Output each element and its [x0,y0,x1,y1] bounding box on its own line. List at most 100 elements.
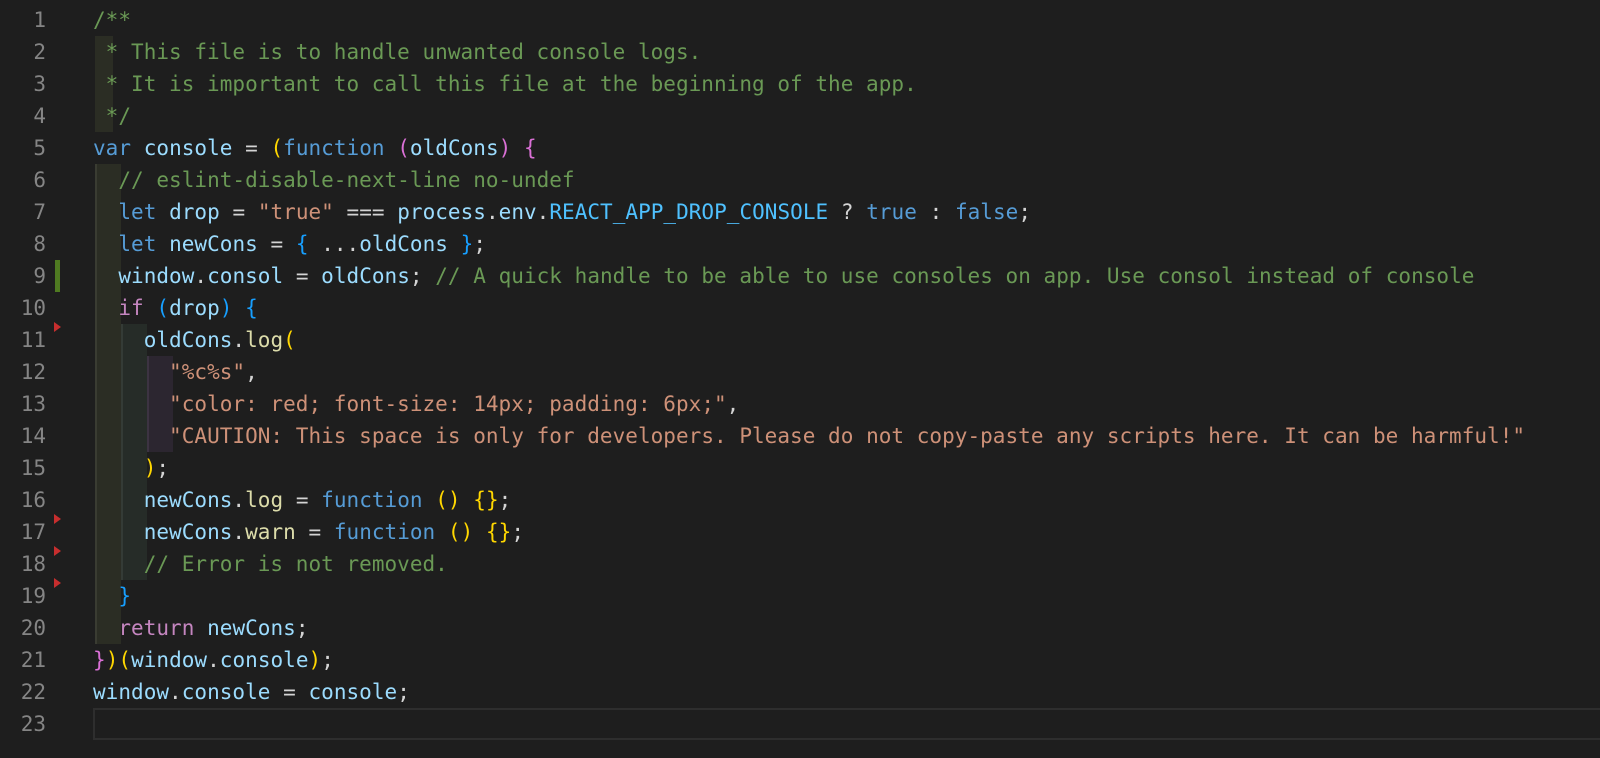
code-token: window [131,648,208,672]
modified-line-indicator [55,260,60,292]
code-text[interactable]: "color: red; font-size: 14px; padding: 6… [93,388,739,420]
code-text[interactable]: oldCons.log( [93,324,296,356]
code-line[interactable]: 22 window.console = console; [0,676,1600,708]
code-line[interactable]: 6 // eslint-disable-next-line no-undef [0,164,1600,196]
line-number: 9 [33,264,46,288]
code-line[interactable]: 21})(window.console); [0,644,1600,676]
line-number: 11 [20,328,46,352]
code-text[interactable]: * This file is to handle unwanted consol… [93,36,702,68]
code-text[interactable]: })(window.console); [93,644,334,676]
code-line[interactable]: 2 * This file is to handle unwanted cons… [0,36,1600,68]
code-line[interactable]: 3 * It is important to call this file at… [0,68,1600,100]
code-token: { [295,232,309,256]
code-text[interactable]: let drop = "true" === process.env.REACT_… [93,196,1031,228]
code-text[interactable]: if (drop) { [93,292,258,324]
code-token: : [916,200,955,224]
code-line[interactable]: 9 window.consol = oldCons; // A quick ha… [0,260,1600,292]
code-text[interactable]: // Error is not removed. [93,548,448,580]
code-text[interactable]: window.console = console; [93,676,410,708]
code-line[interactable]: 1 /** [0,4,1600,36]
gutter-marker-icon[interactable] [54,322,61,332]
code-line[interactable]: 23 [0,708,1600,740]
code-token: ) [219,296,233,320]
code-token: function [321,488,423,512]
code-token: . [194,264,208,288]
code-text[interactable]: // eslint-disable-next-line no-undef [93,164,575,196]
code-line[interactable]: 5 var console = (function (oldCons) { [0,132,1600,164]
code-text[interactable]: window.consol = oldCons; // A quick hand… [93,260,1474,292]
code-text[interactable]: ); [93,452,169,484]
gutter-marker-icon[interactable] [54,578,61,588]
code-line[interactable]: 7 let drop = "true" === process.env.REAC… [0,196,1600,228]
code-token: {} [473,488,499,512]
code-token: = [295,520,334,544]
code-line[interactable]: 20 return newCons; [0,612,1600,644]
code-line[interactable]: 11 oldCons.log( [0,324,1600,356]
gutter-marker-icon[interactable] [54,514,61,524]
code-line[interactable]: 13 "color: red; font-size: 14px; padding… [0,388,1600,420]
code-token: function [283,136,385,160]
code-text[interactable]: newCons.warn = function () {}; [93,516,524,548]
code-token: newCons [207,616,296,640]
code-text[interactable]: return newCons; [93,612,309,644]
line-number: 23 [20,712,46,736]
code-text[interactable]: /** [93,4,131,36]
gutter-marker-icon[interactable] [54,546,61,556]
line-number: 1 [33,8,46,32]
line-number: 17 [20,520,46,544]
code-editor[interactable]: 1 /** 2 * This file is to handle unwanted … [0,0,1600,758]
code-token: oldCons [321,264,410,288]
code-text[interactable]: "CAUTION: This space is only for develop… [93,420,1525,452]
code-token: ; [1018,200,1031,224]
code-text[interactable]: var console = (function (oldCons) { [93,132,537,164]
code-line[interactable]: 14 "CAUTION: This space is only for deve… [0,420,1600,452]
line-number: 15 [20,456,46,480]
line-number: 6 [33,168,46,192]
code-token: log [245,488,284,512]
code-token: , [726,392,740,416]
code-line[interactable]: 19 } [0,580,1600,612]
code-token: ( [156,296,170,320]
code-token: . [232,488,246,512]
code-line[interactable]: 18 // Error is not removed. [0,548,1600,580]
code-token: let [118,200,157,224]
code-line[interactable]: 15 ); [0,452,1600,484]
code-line[interactable]: 16 newCons.log = function () {}; [0,484,1600,516]
code-line[interactable]: 10 if (drop) { [0,292,1600,324]
code-token: * It is important to call this file at t… [93,72,917,96]
current-line-highlight [93,708,1600,740]
code-token: ; [156,456,170,480]
code-text[interactable]: * It is important to call this file at t… [93,68,917,100]
code-line[interactable]: 17 newCons.warn = function () {}; [0,516,1600,548]
code-line[interactable]: 12 "%c%s", [0,356,1600,388]
code-token: var [93,136,132,160]
code-text[interactable]: */ [93,100,131,132]
line-number: 19 [20,584,46,608]
code-token: let [118,232,157,256]
code-token: /** [93,8,132,32]
code-line[interactable]: 8 let newCons = { ...oldCons }; [0,228,1600,260]
code-token: newCons [143,488,233,512]
code-token: ) [143,456,157,480]
code-token: , [245,360,258,384]
code-token: oldCons [143,328,233,352]
code-text[interactable]: newCons.log = function () {}; [93,484,512,516]
code-token: } [93,648,106,672]
code-line[interactable]: 4 */ [0,100,1600,132]
code-text[interactable]: } [93,580,131,612]
code-token: } [460,232,474,256]
code-text[interactable]: let newCons = { ...oldCons }; [93,228,486,260]
code-text[interactable]: "%c%s", [93,356,258,388]
line-number: 20 [20,616,46,640]
code-token: ; [511,520,525,544]
